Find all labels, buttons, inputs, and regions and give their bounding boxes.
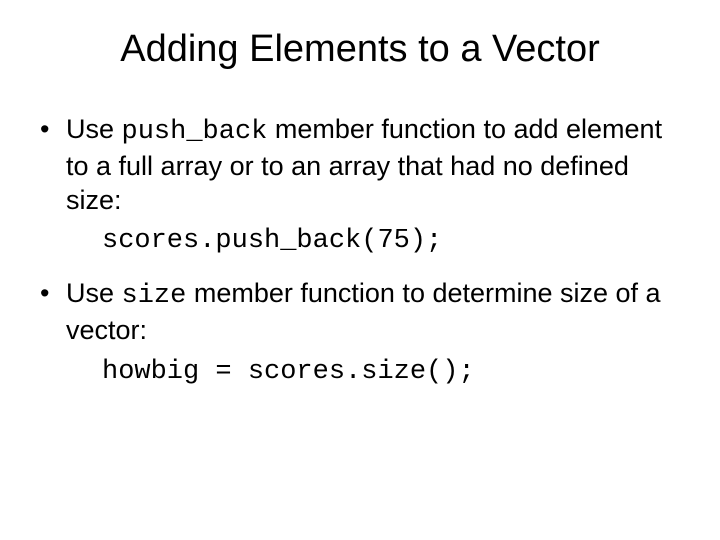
code-inline: size (122, 281, 187, 311)
bullet-item: Use size member function to determine si… (36, 277, 690, 348)
code-line: scores.push_back(75); (102, 225, 690, 259)
bullet-text: Use (66, 114, 122, 144)
slide: Adding Elements to a Vector Use push_bac… (0, 0, 720, 540)
bullet-list: Use size member function to determine si… (30, 277, 690, 348)
bullet-item: Use push_back member function to add ele… (36, 113, 690, 217)
code-line: howbig = scores.size(); (102, 356, 690, 390)
slide-title: Adding Elements to a Vector (30, 28, 690, 71)
bullet-list: Use push_back member function to add ele… (30, 113, 690, 217)
bullet-text: Use (66, 278, 122, 308)
code-inline: push_back (122, 117, 268, 147)
